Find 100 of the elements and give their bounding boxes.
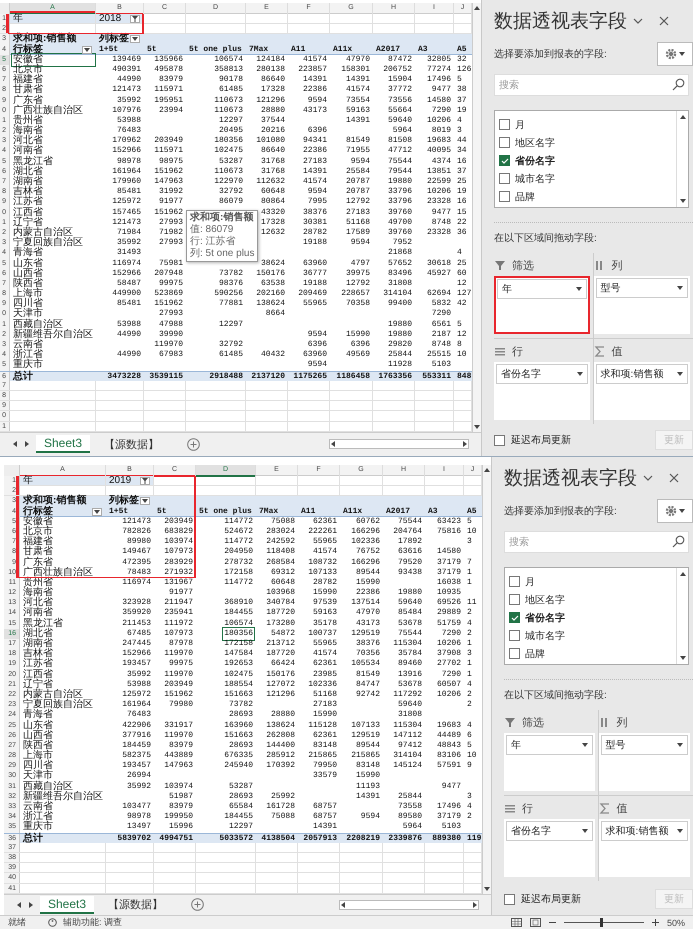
accessibility-status[interactable]: 辅助功能: 调查 <box>63 916 122 929</box>
table-cell-text: 4 <box>467 618 473 629</box>
field-label[interactable]: 品牌 <box>515 190 535 204</box>
table-cell: 368910 <box>224 598 253 608</box>
table-cell: 203949 <box>154 136 183 146</box>
dropdown-button[interactable] <box>82 46 92 54</box>
sheet-tab[interactable]: 【源数据】 <box>96 435 168 454</box>
settings-button[interactable] <box>657 42 693 66</box>
field-label[interactable]: 城市名字 <box>515 172 555 186</box>
drop-area[interactable]: 型号 <box>598 733 690 791</box>
field-chip[interactable]: 求和项:销售额 <box>600 821 688 841</box>
zoom-level[interactable]: 50% <box>666 918 685 928</box>
search-field[interactable]: 搜索 <box>504 531 689 553</box>
table-cell-text: 1 <box>467 568 473 578</box>
table-cell: 204950 <box>224 547 253 558</box>
checkbox[interactable] <box>509 648 520 659</box>
horizontal-scrollbar[interactable] <box>329 439 469 450</box>
drop-area[interactable]: 省份名字 <box>504 819 594 877</box>
drop-area[interactable]: 年 <box>494 276 590 334</box>
table-cell: 9594 <box>308 330 327 340</box>
dropdown-button[interactable] <box>140 497 150 506</box>
field-label[interactable]: 月 <box>515 118 525 132</box>
table-cell: 152966 <box>122 649 151 660</box>
table-cell: 107133 <box>351 720 380 731</box>
normal-view-icon[interactable] <box>510 918 522 927</box>
chevron-icon[interactable] <box>633 18 643 24</box>
checkbox[interactable] <box>509 594 520 605</box>
sheet-tab[interactable]: 【源数据】 <box>100 896 172 914</box>
table-cell: 245940 <box>224 761 253 772</box>
checkbox[interactable] <box>509 612 520 623</box>
table-cell: 53678 <box>398 680 422 690</box>
field-label[interactable]: 地区名字 <box>525 592 565 606</box>
dropdown-button[interactable] <box>92 508 102 516</box>
field-chip[interactable]: 年 <box>497 279 586 299</box>
checkbox[interactable] <box>499 155 510 166</box>
field-chip[interactable]: 省份名字 <box>506 821 592 841</box>
checkbox[interactable] <box>499 191 510 202</box>
field-chip[interactable]: 年 <box>506 735 592 755</box>
drop-area[interactable]: 求和项:销售额 <box>598 819 690 877</box>
select-all-corner[interactable] <box>0 3 10 15</box>
field-chip[interactable]: 省份名字 <box>496 364 588 384</box>
table-cell: 87978 <box>168 639 193 650</box>
plus-icon[interactable] <box>652 919 659 926</box>
table-cell: 17328 <box>260 218 285 228</box>
close-icon[interactable] <box>669 473 679 483</box>
field-label[interactable]: 省份名字 <box>525 610 565 624</box>
arrow-right-icon <box>24 441 30 448</box>
drop-area[interactable]: 省份名字 <box>494 362 590 420</box>
checkbox[interactable] <box>494 434 505 446</box>
drop-area[interactable]: 型号 <box>594 276 690 334</box>
field-label[interactable]: 月 <box>525 574 535 588</box>
page-layout-icon[interactable] <box>530 918 541 927</box>
filter-button[interactable] <box>140 477 150 485</box>
filter-button[interactable] <box>130 15 140 23</box>
table-cell: 11928 <box>388 360 412 371</box>
checkbox[interactable] <box>499 137 510 148</box>
checkbox[interactable] <box>509 576 520 587</box>
chevron-icon[interactable] <box>643 474 653 482</box>
checkbox[interactable] <box>504 894 515 904</box>
table-cell: 75088 <box>270 812 295 822</box>
table-cell: 5832 <box>432 299 451 310</box>
zoom-thumb[interactable] <box>600 918 603 927</box>
checkbox[interactable] <box>499 119 510 130</box>
sheet-tab[interactable]: Sheet3 <box>40 896 94 914</box>
scrollbar[interactable] <box>482 465 491 894</box>
sheet-tab[interactable]: Sheet3 <box>36 435 90 454</box>
table-cell: 9477 <box>432 208 451 218</box>
table-cell: 102475 <box>224 670 253 680</box>
minus-icon[interactable] <box>548 919 556 926</box>
field-chip[interactable]: 型号 <box>596 278 688 298</box>
checkbox[interactable] <box>509 630 520 641</box>
close-icon[interactable] <box>659 16 669 26</box>
field-label[interactable]: 城市名字 <box>525 628 565 642</box>
field-chip[interactable]: 求和项:销售额 <box>596 364 688 384</box>
table-cell: 25992 <box>270 792 295 802</box>
scrollbar[interactable] <box>472 3 481 432</box>
row-label: 湖南省 <box>23 639 54 649</box>
field-label[interactable]: 品牌 <box>525 646 545 660</box>
table-cell: 100737 <box>308 628 337 640</box>
field-label[interactable]: 省份名字 <box>515 154 555 168</box>
checkbox[interactable] <box>499 173 510 184</box>
dropdown-button[interactable] <box>130 35 140 44</box>
table-cell: 9594 <box>308 360 327 371</box>
horizontal-scrollbar[interactable] <box>339 900 479 910</box>
table-cell: 20216 <box>260 126 285 136</box>
drop-area[interactable]: 求和项:销售额 <box>594 362 690 420</box>
arrow-right-icon <box>28 902 34 908</box>
scrollbar[interactable] <box>676 111 688 207</box>
search-field[interactable]: 搜索 <box>494 74 689 96</box>
table-cell: 203949 <box>164 680 193 690</box>
settings-button[interactable] <box>657 499 693 523</box>
tooltip-line: 行: 江苏省 <box>190 236 237 248</box>
add-sheet-icon[interactable] <box>191 898 204 912</box>
table-cell: 848 <box>457 372 470 382</box>
scrollbar[interactable] <box>676 568 688 664</box>
field-chip[interactable]: 型号 <box>600 735 688 755</box>
table-cell: 19683 <box>426 136 451 146</box>
field-label[interactable]: 地区名字 <box>515 136 555 150</box>
drop-area[interactable]: 年 <box>504 733 594 791</box>
add-sheet-icon[interactable] <box>187 438 200 451</box>
